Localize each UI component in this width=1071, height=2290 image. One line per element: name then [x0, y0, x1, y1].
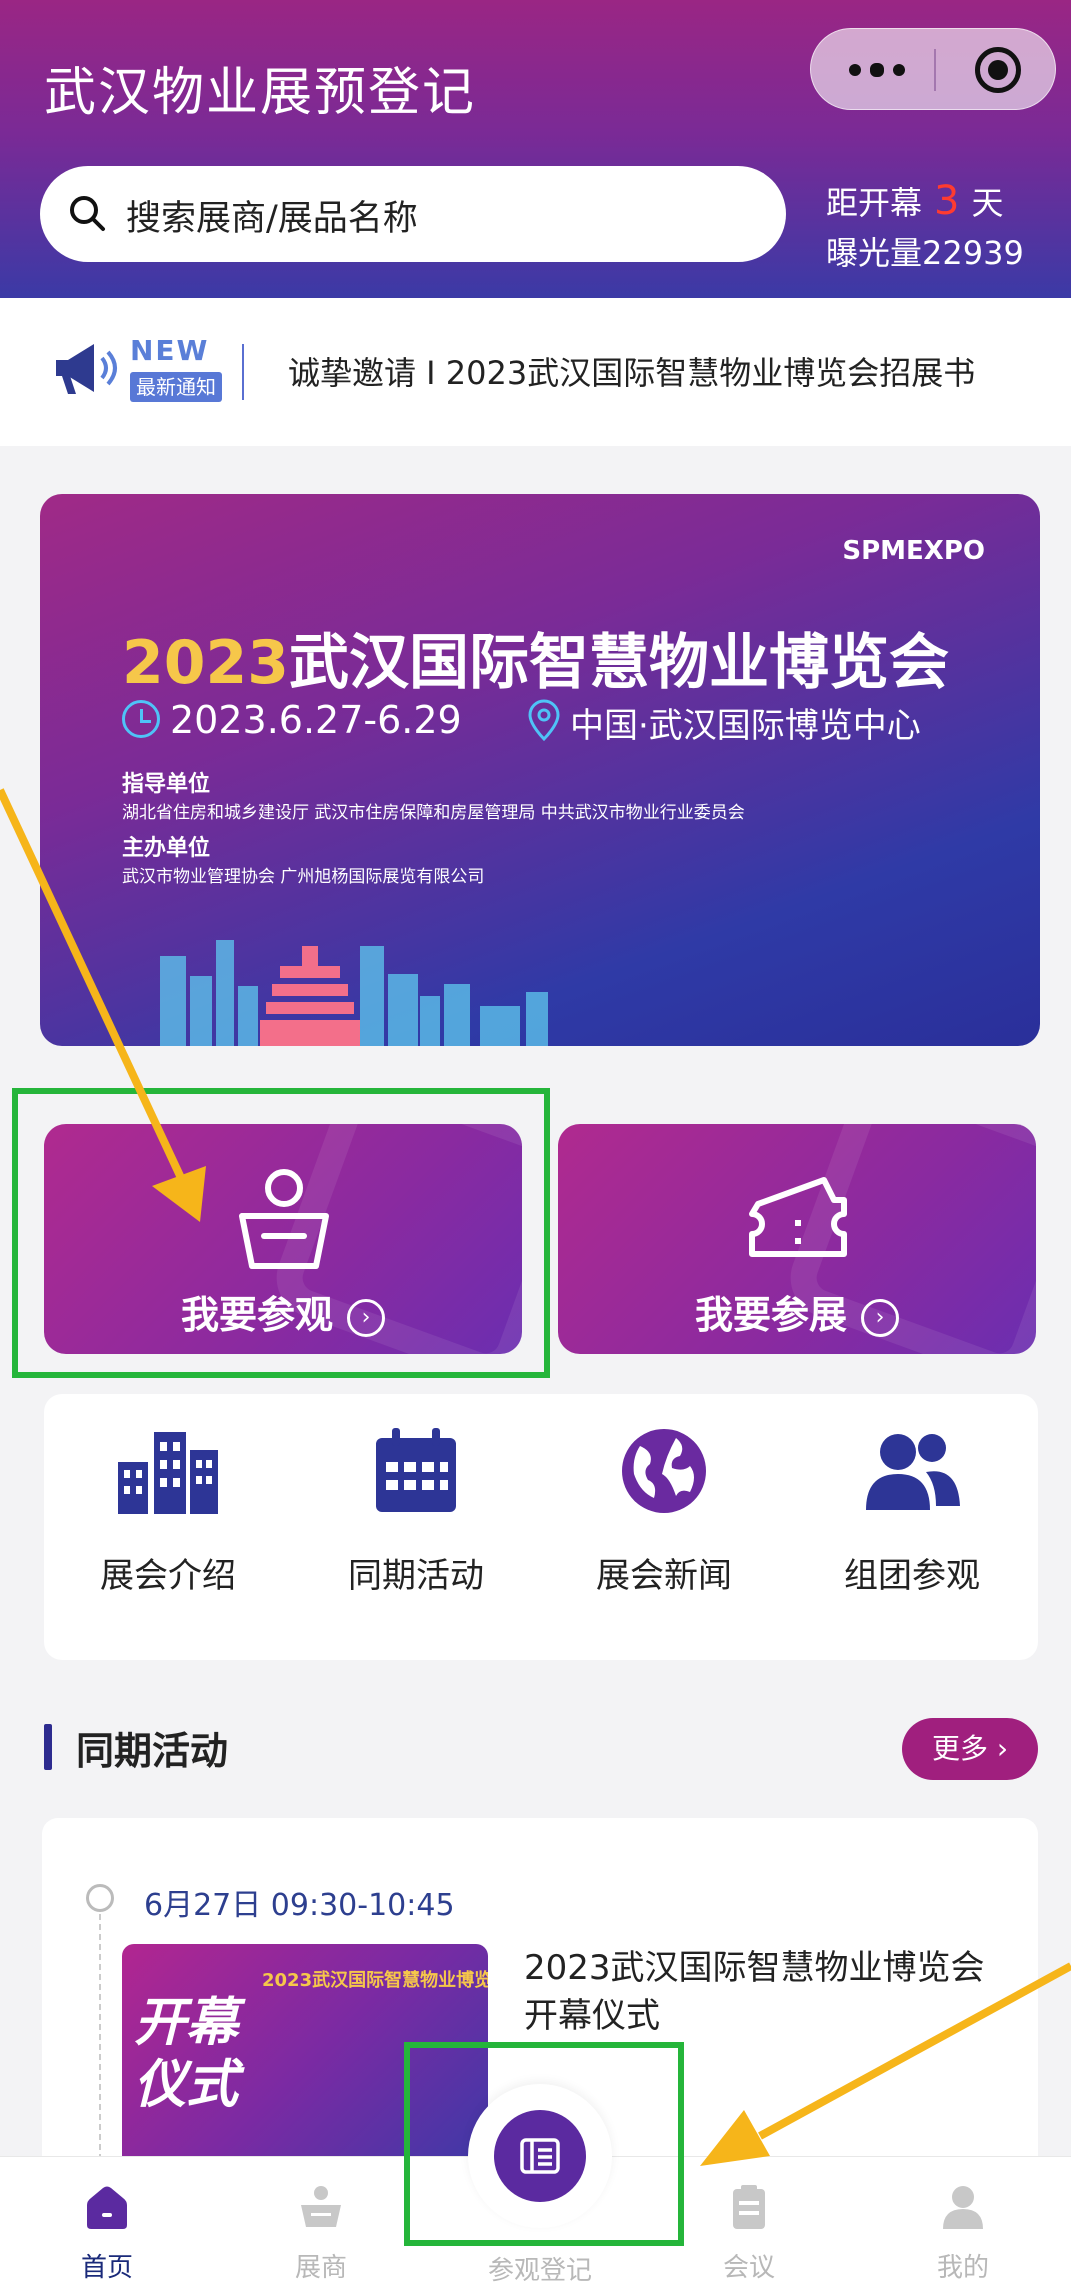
- globe-icon: [622, 1429, 706, 1513]
- banner-brand: SPMEXPO: [842, 536, 985, 566]
- banner-date: 2023.6.27-6.29: [170, 698, 462, 742]
- countdown-prefix: 距开幕: [826, 184, 923, 222]
- more-button[interactable]: 更多 ›: [902, 1718, 1038, 1780]
- meeting-icon: [733, 2185, 765, 2229]
- banner-guide-units: 湖北省住房和城乡建设厅 武汉市住房保障和房屋管理局 中共武汉市物业行业委员会: [122, 803, 745, 823]
- profile-icon: [943, 2186, 983, 2229]
- thumb-subtitle: 2023武汉国际智慧物业博览会: [262, 1970, 488, 1991]
- menu-label: 同期活动: [348, 1556, 484, 1596]
- timeline-dot: [86, 1884, 114, 1912]
- tab-label: 展商: [294, 2253, 347, 2283]
- clock-icon: [122, 700, 160, 738]
- megaphone-icon: [56, 344, 117, 394]
- menu-label: 展会新闻: [596, 1556, 732, 1596]
- visit-text: 我要参观: [180, 1293, 333, 1337]
- more-icon[interactable]: [849, 57, 905, 83]
- visit-label: 我要参观 ›: [44, 1284, 522, 1339]
- menu-item-group-visit[interactable]: 组团参观: [788, 1428, 1036, 1628]
- chevron-right-icon: ›: [996, 1732, 1009, 1765]
- menu-label: 展会介绍: [100, 1556, 236, 1596]
- group-icon: [866, 1434, 960, 1510]
- banner-title-rest: 武汉国际智慧物业博览会: [289, 628, 949, 698]
- notice-text[interactable]: 诚挚邀请 I 2023武汉国际智慧物业博览会招展书: [288, 348, 975, 394]
- ticket-icon: [749, 1177, 847, 1257]
- countdown: 距开幕 3 天: [826, 178, 1003, 224]
- quick-menu: 展会介绍 同期活动 展会新闻 组团参观: [44, 1394, 1038, 1660]
- visitor-icon: [239, 1169, 329, 1269]
- close-icon[interactable]: [975, 47, 1021, 93]
- notice-divider: [242, 344, 244, 400]
- tab-home[interactable]: 首页: [0, 2157, 214, 2290]
- location-icon: [528, 699, 560, 742]
- banner-title: 2023武汉国际智慧物业博览会: [122, 614, 949, 701]
- tab-register-label: 参观登记: [487, 2256, 592, 2286]
- section-title: 同期活动: [76, 1729, 229, 1773]
- visit-card[interactable]: 我要参观 ›: [44, 1124, 522, 1354]
- notice-new-label: NEW: [130, 334, 210, 367]
- tab-register[interactable]: [494, 2110, 586, 2202]
- tab-label: 首页: [80, 2253, 133, 2283]
- calendar-icon: [376, 1428, 456, 1512]
- exhibit-label: 我要参展 ›: [558, 1284, 1036, 1339]
- more-label: 更多: [931, 1732, 988, 1765]
- tab-label: 我的: [936, 2253, 989, 2283]
- section-accent-bar: [44, 1724, 52, 1770]
- banner-brand-logo: SPMEXPO: [842, 536, 985, 566]
- tab-exhibitors[interactable]: 展商: [214, 2157, 428, 2290]
- register-icon: [520, 2138, 560, 2174]
- event-time: 6月27日 09:30-10:45: [144, 1888, 455, 1923]
- search-input[interactable]: 搜索展商/展品名称: [40, 166, 786, 262]
- building-icon: [118, 1432, 218, 1514]
- chevron-right-icon: ›: [861, 1298, 899, 1337]
- expo-banner[interactable]: SPMEXPO 2023武汉国际智慧物业博览会 2023.6.27-6.29 中…: [40, 494, 1040, 1046]
- exhibit-text: 我要参展: [694, 1293, 847, 1337]
- banner-host-units: 武汉市物业管理协会 广州旭杨国际展览有限公司: [122, 867, 485, 887]
- capsule-divider: [934, 49, 936, 91]
- skyline-illustration: [160, 940, 548, 1046]
- banner-year: 2023: [122, 628, 289, 698]
- thumb-title: 开幕 仪式: [134, 1992, 239, 2115]
- chevron-right-icon: ›: [347, 1298, 385, 1337]
- home-icon: [87, 2186, 127, 2229]
- banner-host-heading: 主办单位: [122, 836, 211, 861]
- banner-venue: 中国·武汉国际博览中心: [570, 706, 921, 746]
- notice-bar[interactable]: NEW 最新通知 诚挚邀请 I 2023武汉国际智慧物业博览会招展书: [0, 298, 1071, 446]
- tab-profile[interactable]: 我的: [856, 2157, 1070, 2290]
- exhibitor-icon: [301, 2186, 341, 2227]
- page: 武汉物业展预登记 搜索展商/展品名称 距开幕 3天 曝光量22939 NEW: [0, 0, 1071, 2290]
- countdown-days: 3: [934, 178, 960, 224]
- tab-meeting[interactable]: 会议: [642, 2157, 856, 2290]
- event-title[interactable]: 2023武汉国际智慧物业博览会开幕仪式: [524, 1944, 1004, 2040]
- event-thumbnail[interactable]: 2023武汉国际智慧物业博览会 开幕 仪式: [122, 1944, 488, 2184]
- search-icon: [70, 196, 105, 231]
- countdown-suffix: 天: [971, 184, 1004, 222]
- notice-sub-label: 最新通知: [130, 372, 222, 402]
- menu-item-intro[interactable]: 展会介绍: [44, 1428, 292, 1628]
- header: 武汉物业展预登记 搜索展商/展品名称 距开幕 3 天 曝光量22939: [0, 0, 1071, 298]
- exhibit-card[interactable]: 我要参展 ›: [558, 1124, 1036, 1354]
- exposure-count: 曝光量22939: [826, 234, 1024, 272]
- app-title: 武汉物业展预登记: [44, 63, 477, 123]
- miniprogram-capsule: [810, 28, 1056, 110]
- tab-label: 会议: [722, 2253, 775, 2283]
- menu-label: 组团参观: [844, 1556, 980, 1596]
- banner-guide-heading: 指导单位: [122, 772, 211, 797]
- search-placeholder: 搜索展商/展品名称: [126, 199, 418, 239]
- menu-item-activities[interactable]: 同期活动: [292, 1428, 540, 1628]
- menu-item-news[interactable]: 展会新闻: [540, 1428, 788, 1628]
- notice-badge: NEW 最新通知: [46, 328, 226, 418]
